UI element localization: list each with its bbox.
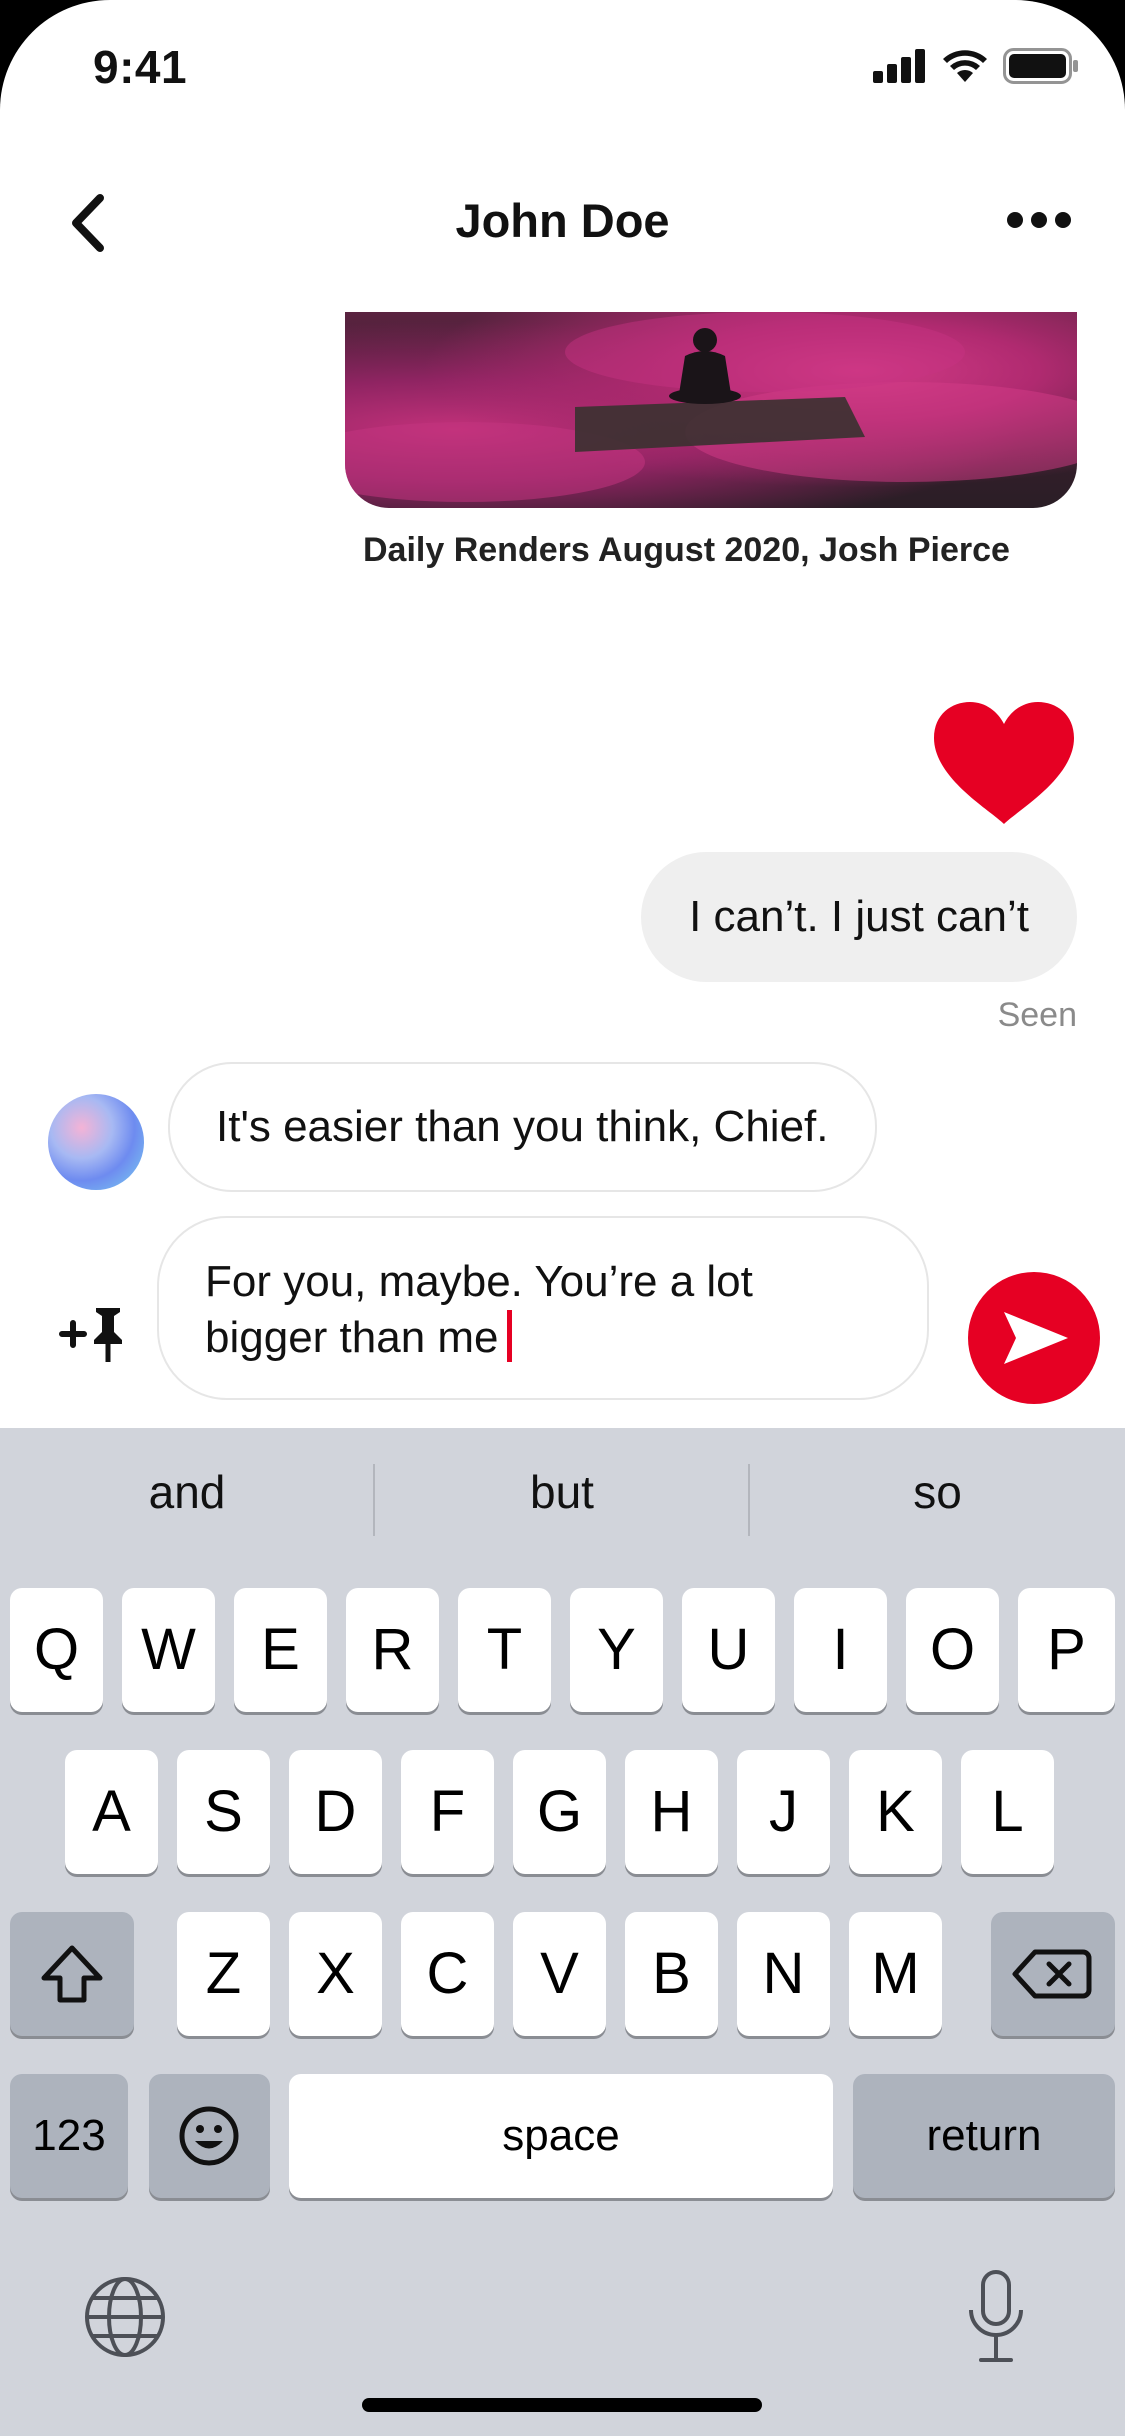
heart-icon	[934, 702, 1074, 824]
key-l[interactable]: L	[961, 1750, 1054, 1874]
key-v[interactable]: V	[513, 1912, 606, 2036]
key-d[interactable]: D	[289, 1750, 382, 1874]
status-icons	[873, 48, 1079, 84]
space-key[interactable]: space	[289, 2074, 833, 2198]
text-cursor	[506, 1310, 512, 1362]
message-input-text: For you, maybe. You’re a lot bigger than…	[205, 1257, 753, 1362]
key-p[interactable]: P	[1018, 1588, 1115, 1712]
suggestion-item[interactable]: so	[750, 1428, 1125, 1556]
key-r[interactable]: R	[346, 1588, 439, 1712]
pin-caption[interactable]: Daily Renders August 2020, Josh Pierce	[363, 528, 1013, 572]
key-i[interactable]: I	[794, 1588, 887, 1712]
emoji-icon	[179, 2106, 239, 2166]
seen-status: Seen	[997, 996, 1077, 1034]
add-pin-icon[interactable]	[58, 1304, 128, 1364]
return-key[interactable]: return	[853, 2074, 1115, 2198]
dot-icon	[1007, 212, 1023, 228]
key-c[interactable]: C	[401, 1912, 494, 2036]
suggestion-item[interactable]: and	[0, 1428, 374, 1556]
outgoing-message-bubble[interactable]: I can’t. I just can’t	[641, 852, 1077, 982]
key-q[interactable]: Q	[10, 1588, 103, 1712]
send-icon	[1004, 1312, 1068, 1364]
home-indicator[interactable]	[362, 2398, 762, 2412]
globe-icon[interactable]	[82, 2274, 168, 2360]
message-input[interactable]: For you, maybe. You’re a lot bigger than…	[157, 1216, 929, 1400]
key-s[interactable]: S	[177, 1750, 270, 1874]
keyboard: and but so Q W E R T Y U I O P A S D F G…	[0, 1428, 1125, 2436]
shift-icon	[41, 1945, 103, 2003]
key-o[interactable]: O	[906, 1588, 999, 1712]
delete-key[interactable]	[991, 1912, 1115, 2036]
status-time: 9:41	[93, 41, 188, 93]
key-t[interactable]: T	[458, 1588, 551, 1712]
more-options-button[interactable]	[1007, 210, 1071, 230]
dot-icon	[1055, 212, 1071, 228]
key-m[interactable]: M	[849, 1912, 942, 2036]
incoming-message-bubble[interactable]: It's easier than you think, Chief.	[168, 1062, 877, 1192]
numbers-key[interactable]: 123	[10, 2074, 128, 2198]
key-y[interactable]: Y	[570, 1588, 663, 1712]
key-x[interactable]: X	[289, 1912, 382, 2036]
shift-key[interactable]	[10, 1912, 134, 2036]
pin-image[interactable]	[345, 312, 1077, 508]
dot-icon	[1031, 212, 1047, 228]
wifi-icon	[943, 50, 987, 82]
key-k[interactable]: K	[849, 1750, 942, 1874]
key-e[interactable]: E	[234, 1588, 327, 1712]
key-w[interactable]: W	[122, 1588, 215, 1712]
key-a[interactable]: A	[65, 1750, 158, 1874]
key-z[interactable]: Z	[177, 1912, 270, 2036]
key-u[interactable]: U	[682, 1588, 775, 1712]
microphone-icon[interactable]	[963, 2270, 1029, 2364]
suggestion-item[interactable]: but	[375, 1428, 749, 1556]
phone-screen: 9:41 John Doe Daily Renders August 2020,…	[0, 0, 1125, 2436]
key-g[interactable]: G	[513, 1750, 606, 1874]
key-j[interactable]: J	[737, 1750, 830, 1874]
conversation-title: John Doe	[455, 194, 670, 247]
avatar[interactable]	[48, 1094, 144, 1190]
key-f[interactable]: F	[401, 1750, 494, 1874]
emoji-key[interactable]	[149, 2074, 270, 2198]
suggestion-bar: and but so	[0, 1428, 1125, 1556]
key-b[interactable]: B	[625, 1912, 718, 2036]
send-button[interactable]	[968, 1272, 1100, 1404]
key-n[interactable]: N	[737, 1912, 830, 2036]
cellular-signal-icon	[873, 49, 925, 83]
pin-illustration	[345, 312, 1077, 502]
battery-icon	[1003, 48, 1078, 84]
delete-icon	[1012, 1949, 1092, 1999]
key-h[interactable]: H	[625, 1750, 718, 1874]
